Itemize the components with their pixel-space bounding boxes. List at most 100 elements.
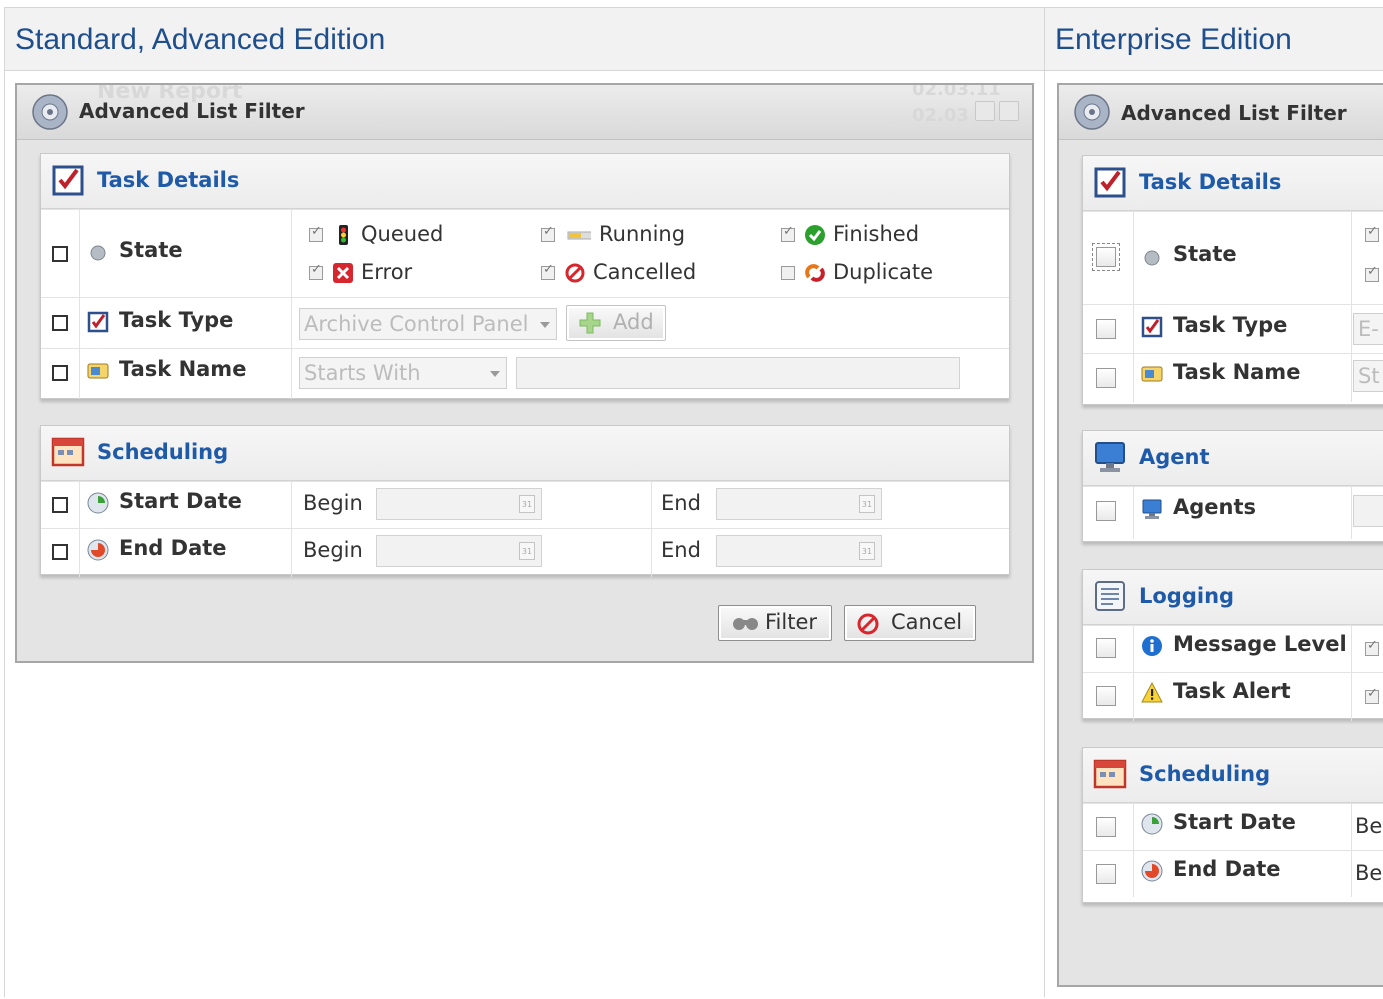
clock-red-icon xyxy=(1141,860,1163,882)
error-checkbox[interactable] xyxy=(309,262,323,280)
task-name-operator-select[interactable]: St xyxy=(1353,360,1383,392)
add-label: Add xyxy=(613,310,654,334)
warning-icon xyxy=(1141,682,1163,703)
start-date-enable-checkbox[interactable] xyxy=(52,497,68,513)
state-option-cancelled[interactable]: Cancelled xyxy=(541,260,696,284)
close-button[interactable] xyxy=(999,101,1019,121)
start-date-row: Start Date Begin 31 End 31 xyxy=(41,481,1009,528)
queued-checkbox[interactable] xyxy=(309,224,323,242)
task-type-select[interactable]: Archive Control Panel xyxy=(299,308,557,340)
start-end-input[interactable] xyxy=(716,488,882,520)
calendar-picker-icon[interactable]: 31 xyxy=(859,495,875,513)
task-name-icon xyxy=(87,363,109,379)
start-begin-input[interactable] xyxy=(376,488,542,520)
state-option-duplicate[interactable]: Duplicate xyxy=(781,260,933,284)
task-type-icon xyxy=(1141,316,1163,338)
logging-section: Logging Message Level Task Alert xyxy=(1082,569,1383,721)
task-details-section: Task Details State Queued Running Finish… xyxy=(40,153,1010,399)
task-details-header: Task Details xyxy=(41,154,1009,209)
section-title: Task Details xyxy=(97,168,240,192)
calendar-picker-icon[interactable]: 31 xyxy=(859,542,875,560)
task-alert-enable-checkbox[interactable] xyxy=(1096,686,1116,706)
state-option-finished[interactable]: Finished xyxy=(781,222,919,246)
end-end-label: End xyxy=(661,538,701,562)
task-type-row: Task Type E- xyxy=(1083,304,1383,353)
state-option-error[interactable]: Error xyxy=(309,260,412,284)
gray-dot-icon xyxy=(90,245,106,261)
calendar-picker-icon[interactable]: 31 xyxy=(519,495,535,513)
add-button[interactable]: Add xyxy=(566,305,666,341)
state-label: State xyxy=(1173,242,1237,266)
task-alert-label: Task Alert xyxy=(1173,679,1291,703)
start-date-enable-checkbox[interactable] xyxy=(1096,817,1116,837)
task-name-label: Task Name xyxy=(1173,360,1301,384)
agents-input[interactable] xyxy=(1353,495,1383,527)
task-type-enable-checkbox[interactable] xyxy=(1096,319,1116,339)
agents-enable-checkbox[interactable] xyxy=(1096,501,1116,521)
traffic-light-icon xyxy=(339,225,348,245)
duplicate-checkbox[interactable] xyxy=(781,266,795,280)
section-title: Scheduling xyxy=(97,440,229,464)
calendar-picker-icon[interactable]: 31 xyxy=(519,542,535,560)
finished-label: Finished xyxy=(833,222,920,246)
state-option-checkbox[interactable] xyxy=(1365,264,1379,282)
task-type-label: Task Type xyxy=(119,308,234,332)
task-name-label: Task Name xyxy=(119,357,247,381)
calendar-icon xyxy=(51,437,85,467)
state-option-checkbox[interactable] xyxy=(1365,224,1379,242)
advanced-list-filter-window: New Report 02.03.11 02.03 Advanced List … xyxy=(15,83,1034,663)
state-label: State xyxy=(119,238,183,262)
end-date-row: End Date Be xyxy=(1083,850,1383,897)
end-date-enable-checkbox[interactable] xyxy=(1096,864,1116,884)
filter-button[interactable]: Filter xyxy=(718,605,832,641)
running-checkbox[interactable] xyxy=(541,224,555,242)
monitor-icon xyxy=(1095,442,1125,472)
window-title-bar[interactable]: Advanced List Filter xyxy=(1059,85,1383,140)
message-level-option-checkbox[interactable] xyxy=(1365,638,1379,656)
task-checklist-icon xyxy=(1094,167,1126,198)
cancelled-checkbox[interactable] xyxy=(541,262,555,280)
end-date-enable-checkbox[interactable] xyxy=(52,544,68,560)
window-title-bar[interactable]: New Report 02.03.11 02.03 Advanced List … xyxy=(17,85,1032,140)
start-date-label: Start Date xyxy=(119,489,242,513)
task-alert-option-checkbox[interactable] xyxy=(1365,686,1379,704)
no-entry-icon xyxy=(565,263,585,283)
task-name-operator-select[interactable]: Starts With xyxy=(299,357,507,389)
task-type-row: Task Type Archive Control Panel Add xyxy=(41,297,1009,348)
calendar-icon xyxy=(1093,759,1127,789)
filter-label: Filter xyxy=(765,610,818,634)
state-option-running[interactable]: Running xyxy=(541,222,685,246)
binoculars-icon xyxy=(733,618,758,630)
end-date-label: End Date xyxy=(1173,857,1281,881)
queued-label: Queued xyxy=(361,222,444,246)
start-begin-label: Be xyxy=(1355,814,1383,838)
task-name-operator-value: St xyxy=(1358,364,1380,388)
section-title: Scheduling xyxy=(1139,762,1271,786)
task-type-enable-checkbox[interactable] xyxy=(52,315,68,331)
state-enable-checkbox[interactable] xyxy=(52,246,68,262)
task-name-enable-checkbox[interactable] xyxy=(1096,368,1116,388)
state-enable-checkbox[interactable] xyxy=(1092,243,1120,271)
task-details-section: Task Details State Task Type E- Task Nam… xyxy=(1082,155,1383,405)
message-level-enable-checkbox[interactable] xyxy=(1096,638,1116,658)
scheduling-header: Scheduling xyxy=(1083,748,1383,803)
state-option-queued[interactable]: Queued xyxy=(309,222,443,246)
section-title: Task Details xyxy=(1139,170,1282,194)
maximize-button[interactable] xyxy=(975,101,995,121)
end-begin-input[interactable] xyxy=(376,535,542,567)
end-begin-label: Begin xyxy=(303,538,363,562)
task-name-enable-checkbox[interactable] xyxy=(52,365,68,381)
window-title: Advanced List Filter xyxy=(1121,101,1347,125)
cancel-button[interactable]: Cancel xyxy=(844,605,976,641)
gear-icon xyxy=(32,94,68,130)
enterprise-advanced-list-filter-window: Advanced List Filter Task Details State … xyxy=(1057,83,1383,987)
task-name-input[interactable] xyxy=(516,357,960,389)
end-end-input[interactable] xyxy=(716,535,882,567)
agents-label: Agents xyxy=(1173,495,1257,519)
finished-checkbox[interactable] xyxy=(781,224,795,242)
task-type-select[interactable]: E- xyxy=(1353,313,1383,345)
error-label: Error xyxy=(361,260,413,284)
start-date-label: Start Date xyxy=(1173,810,1296,834)
agent-header: Agent xyxy=(1083,431,1383,486)
running-label: Running xyxy=(599,222,686,246)
